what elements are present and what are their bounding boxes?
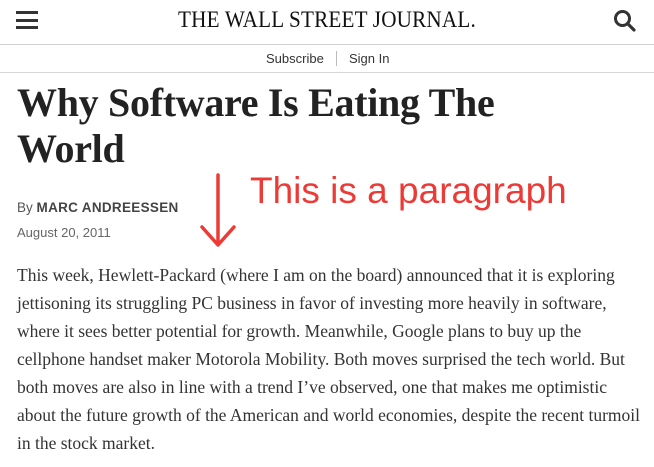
divider (336, 51, 337, 66)
down-arrow-icon (200, 173, 236, 247)
article-paragraph: This week, Hewlett-Packard (where I am o… (17, 265, 641, 453)
author-link[interactable]: MARC ANDREESSEN (37, 200, 179, 215)
annotation-label: This is a paragraph (250, 170, 567, 211)
top-header: THE WALL STREET JOURNAL. (0, 0, 654, 45)
masthead-logo[interactable]: THE WALL STREET JOURNAL. (26, 7, 628, 33)
subscribe-link[interactable]: Subscribe (266, 51, 324, 66)
search-icon[interactable] (612, 8, 638, 34)
account-bar: Subscribe Sign In (0, 45, 654, 73)
byline-prefix: By (17, 200, 33, 215)
byline: By MARC ANDREESSEN (17, 200, 179, 215)
article-headline: Why Software Is Eating The World (17, 80, 495, 171)
publish-date: August 20, 2011 (17, 225, 111, 240)
sign-in-link[interactable]: Sign In (349, 51, 389, 66)
